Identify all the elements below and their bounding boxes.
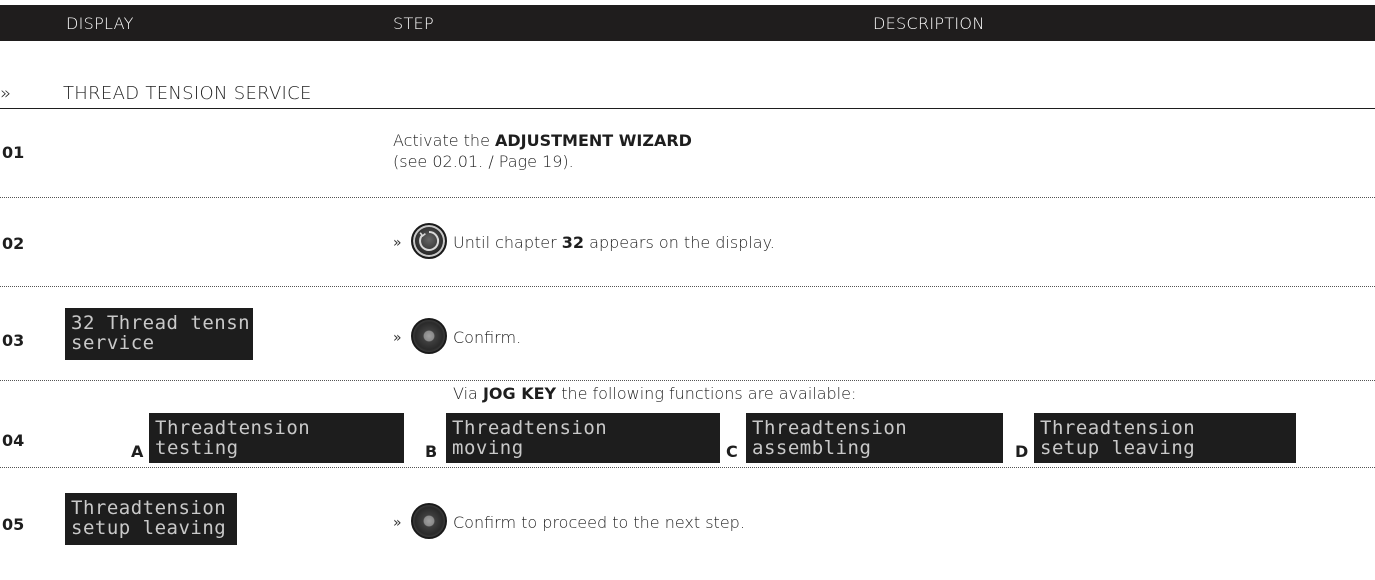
step-05-text: Confirm to proceed to the next step. [453, 513, 745, 532]
lcd-line-1: 32 Thread tensn [71, 312, 251, 334]
push-button-icon [411, 318, 447, 354]
table-header: DISPLAY STEP DESCRIPTION [0, 5, 1375, 41]
step-01-line2: (see 02.01. / Page 19). [393, 152, 574, 171]
separator [0, 467, 1375, 468]
lcd-option-d-line-1: Threadtension [1040, 417, 1196, 439]
lcd-option-d-line-2: setup leaving [1040, 437, 1196, 459]
separator [0, 286, 1375, 287]
lcd-display: Threadtension setup leaving [65, 493, 237, 545]
step-01-text: Activate the [393, 131, 495, 150]
step-01-line1: Activate the ADJUSTMENT WIZARD [393, 131, 692, 150]
step-02-text: Until chapter 32 appears on the display. [453, 233, 775, 252]
lcd-line-2: service [71, 332, 155, 354]
option-letter-b: B [425, 442, 438, 461]
lcd-option-b-line-2: moving [452, 437, 524, 459]
step-02-bold: 32 [561, 233, 585, 252]
lcd-option-d: Threadtension setup leaving [1034, 413, 1296, 463]
lcd-option-c-line-2: assembling [752, 437, 872, 459]
jog-dial-icon [411, 223, 447, 259]
step-04-text-after: the following functions are available: [556, 384, 857, 403]
lcd-line-1: Threadtension [71, 497, 227, 519]
lcd-display: 32 Thread tensn service [65, 308, 253, 360]
separator [0, 197, 1375, 198]
section-title-label: THREAD TENSION SERVICE [63, 83, 312, 104]
step-number-05: 05 [2, 515, 25, 534]
lcd-option-b: Threadtension moving [446, 413, 720, 463]
separator [0, 380, 1375, 381]
lcd-option-c: Threadtension assembling [746, 413, 1003, 463]
step-03-text: Confirm. [453, 328, 522, 347]
step-03-arrow: » [393, 330, 402, 346]
step-02-text-before: Until chapter [453, 233, 562, 252]
option-letter-c: C [726, 442, 738, 461]
step-number-04: 04 [2, 431, 25, 450]
lcd-line-2: setup leaving [71, 517, 227, 539]
header-step: STEP [393, 14, 434, 33]
lcd-option-c-line-1: Threadtension [752, 417, 908, 439]
section-rule [0, 108, 1375, 109]
option-letter-d: D [1015, 442, 1029, 461]
lcd-option-b-line-1: Threadtension [452, 417, 608, 439]
section-chevron: » [0, 83, 12, 104]
step-01-bold: ADJUSTMENT WIZARD [495, 131, 692, 150]
push-button-icon [411, 503, 447, 539]
step-02-text-after: appears on the display. [584, 233, 775, 252]
step-04-intro: Via JOG KEY the following functions are … [453, 384, 856, 403]
lcd-option-a-line-1: Threadtension [155, 417, 311, 439]
option-letter-a: A [131, 442, 144, 461]
lcd-option-a: Threadtension testing [149, 413, 404, 463]
header-description: DESCRIPTION [873, 14, 985, 33]
lcd-option-a-line-2: testing [155, 437, 239, 459]
step-number-03: 03 [2, 331, 25, 350]
step-02-arrow: » [393, 235, 402, 251]
step-number-02: 02 [2, 234, 25, 253]
step-04-text-before: Via [453, 384, 483, 403]
step-05-arrow: » [393, 515, 402, 531]
step-number-01: 01 [2, 143, 25, 162]
step-04-bold: JOG KEY [482, 384, 557, 403]
header-display: DISPLAY [66, 14, 134, 33]
